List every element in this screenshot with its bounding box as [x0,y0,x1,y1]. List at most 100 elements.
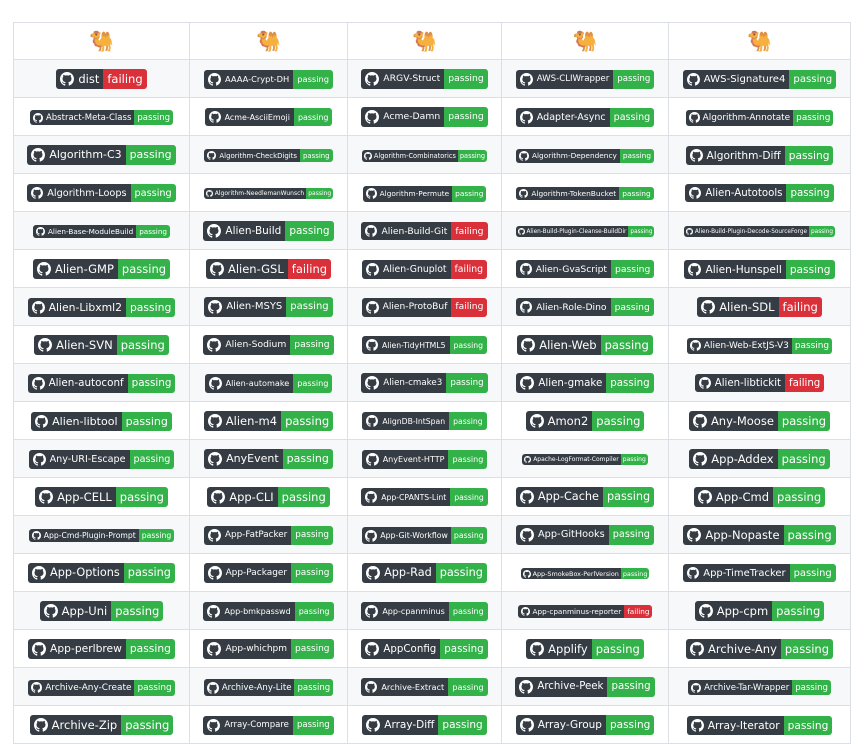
ci-status-badge[interactable]: Algorithm-Combinatorics passing [361,149,488,162]
ci-status-badge[interactable]: Alien-Role-Dino passing [516,298,654,317]
ci-status-badge[interactable]: Alien-GSL failing [205,258,332,279]
ci-status-badge[interactable]: AAAA-Crypt-DH passing [203,69,334,89]
ci-status-badge[interactable]: Archive-Extract passing [361,678,488,697]
ci-status-badge[interactable]: App-cpanminus passing [361,601,488,621]
ci-status-badge[interactable]: App-whichpm passing [203,638,334,659]
ci-status-badge[interactable]: Archive-Tar-Wrapper passing [688,680,831,695]
ci-status-badge[interactable]: App-Cache passing [515,486,655,507]
ci-status-badge[interactable]: App-Options passing [28,562,175,583]
ci-status-badge[interactable]: Alien-m4 passing [203,410,334,431]
ci-status-badge[interactable]: AWS-Signature4 passing [682,69,837,89]
ci-status-badge[interactable]: Algorithm-CheckDigits passing [204,149,333,162]
badge-label: Acme-Damn [361,106,445,127]
ci-status-badge[interactable]: Abstract-Meta-Class passing [29,110,174,125]
badge-label: dist [56,68,104,89]
ci-status-badge[interactable]: Alien-libtickit failing [694,374,825,393]
ci-status-badge[interactable]: App-Nopaste passing [683,524,836,545]
ci-status-badge[interactable]: AlignDB-IntSpan passing [362,412,487,431]
ci-status-badge[interactable]: Algorithm-Diff passing [685,145,834,165]
ci-status-badge[interactable]: Array-Group passing [515,714,655,735]
ci-status-badge[interactable]: Archive-Peek passing [515,676,655,697]
ci-status-badge[interactable]: AnyEvent-HTTP passing [361,449,488,469]
ci-status-badge[interactable]: App-Uni passing [39,600,164,621]
ci-status-badge[interactable]: Alien-libtool passing [31,411,172,431]
ci-status-badge[interactable]: Alien-Sodium passing [203,334,334,355]
table-cell: Algorithm-NeedlemanWunsch passing [189,173,348,212]
ci-status-badge[interactable]: Amon2 passing [525,410,645,431]
ci-status-badge[interactable]: Alien-GMP passing [32,258,171,279]
ci-status-badge[interactable]: Applify passing [526,638,644,659]
ci-status-badge[interactable]: Algorithm-Dependency passing [515,148,654,163]
ci-status-badge[interactable]: Adapter-Async passing [515,107,655,127]
ci-status-badge[interactable]: App-CELL passing [35,486,168,507]
ci-status-badge[interactable]: App-bmkpasswd passing [203,601,334,621]
ci-status-badge[interactable]: Apache-LogFormat-Compiler passing [522,454,648,465]
badge-label: Alien-Web [517,334,601,355]
ci-status-badge[interactable]: Alien-MSYS passing [204,296,333,317]
ci-status-badge[interactable]: App-Cmd-Plugin-Prompt passing [28,529,175,542]
ci-status-badge[interactable]: Algorithm-C3 passing [27,144,176,165]
ci-status-badge[interactable]: Alien-Gnuplot failing [361,259,487,279]
ci-status-badge[interactable]: Alien-GvaScript passing [515,260,655,279]
ci-status-badge[interactable]: Alien-Build-Plugin-Decode-SourceForge pas… [683,226,836,237]
ci-status-badge[interactable]: Alien-TidyHTML5 passing [361,336,487,355]
ci-status-badge[interactable]: dist failing [56,68,147,89]
ci-status-badge[interactable]: App-TimeTracker passing [683,564,836,583]
ci-status-badge[interactable]: App-GitHooks passing [516,524,654,545]
ci-status-badge[interactable]: Alien-Web-ExtJS-V3 passing [686,337,833,354]
ci-status-badge[interactable]: Algorithm-NeedlemanWunsch passing [203,188,334,199]
ci-status-badge[interactable]: Algorithm-Annotate passing [685,109,834,126]
ci-status-badge[interactable]: App-perlbrew passing [28,638,175,659]
ci-status-badge[interactable]: Algorithm-TokenBucket passing [516,187,654,200]
ci-status-badge[interactable]: Algorithm-Permute passing [362,185,487,202]
ci-status-badge[interactable]: Algorithm-Loops passing [27,184,176,203]
ci-status-badge[interactable]: App-cpanminus-reporter failing [517,605,653,618]
header-cell: 🐫 [13,22,190,60]
ci-status-badge[interactable]: App-FatPacker passing [204,525,333,545]
ci-status-badge[interactable]: Acme-AsciiEmoji passing [204,108,333,127]
ci-status-badge[interactable]: Alien-automake passing [204,373,333,393]
ci-status-badge[interactable]: Archive-Zip passing [29,714,174,735]
ci-status-badge[interactable]: App-Rad passing [362,562,487,583]
ci-status-badge[interactable]: Alien-autoconf passing [27,373,176,393]
ci-status-badge[interactable]: Any-Moose passing [688,410,831,431]
ci-status-badge[interactable]: App-Cmd passing [693,486,826,507]
status-value: passing [293,69,334,89]
ci-status-badge[interactable]: App-CLI passing [207,486,330,507]
ci-status-badge[interactable]: ARGV-Struct passing [361,68,488,89]
ci-status-badge[interactable]: App-CPANTS-Lint passing [361,488,488,507]
ci-status-badge[interactable]: Alien-Hunspell passing [684,259,835,279]
table-cell: App-Options passing [13,553,190,592]
ci-status-badge[interactable]: Array-Compare passing [203,715,334,735]
github-icon [32,641,47,656]
ci-status-badge[interactable]: App-Addex passing [689,448,830,469]
ci-status-badge[interactable]: Alien-Build-Git failing [361,222,488,241]
ci-status-badge[interactable]: AppConfig passing [361,638,488,659]
github-icon [365,109,380,124]
ci-status-badge[interactable]: App-SmokeBox-PerlVersion passing [520,568,650,579]
ci-status-badge[interactable]: Alien-gmake passing [516,372,654,393]
ci-status-badge[interactable]: App-Git-Workflow passing [362,527,487,544]
ci-status-badge[interactable]: Alien-Libxml2 passing [27,297,176,317]
ci-status-badge[interactable]: Array-Iterator passing [686,715,833,735]
ci-status-badge[interactable]: Alien-SDL failing [697,296,822,317]
ci-status-badge[interactable]: Alien-Build-Plugin-Cleanse-BuildDir passi… [515,226,655,237]
ci-status-badge[interactable]: App-Packager passing [203,562,334,583]
ci-status-badge[interactable]: Alien-Base-ModuleBuild passing [32,225,171,238]
ci-status-badge[interactable]: Alien-Web passing [517,334,653,355]
ci-status-badge[interactable]: App-cpm passing [694,600,825,621]
ci-status-badge[interactable]: Alien-ProtoBuf failing [361,297,488,317]
ci-status-badge[interactable]: Archive-Any passing [685,638,833,659]
ci-status-badge[interactable]: AWS-CLIWrapper passing [515,69,655,89]
repo-name: AWS-Signature4 [703,73,786,85]
ci-status-badge[interactable]: Any-URI-Escape passing [28,449,175,469]
ci-status-badge[interactable]: AnyEvent passing [204,448,333,469]
ci-status-badge[interactable]: Archive-Any-Create passing [28,679,175,696]
ci-status-badge[interactable]: Acme-Damn passing [361,106,488,127]
ci-status-badge[interactable]: Alien-Build passing [203,220,334,241]
ci-status-badge[interactable]: Alien-Autotools passing [685,184,834,203]
ci-status-badge[interactable]: Archive-Any-Lite passing [203,679,334,696]
ci-status-badge[interactable]: Array-Diff passing [362,714,487,735]
ci-status-badge[interactable]: Alien-cmake3 passing [361,372,488,393]
ci-status-badge[interactable]: Alien-SVN passing [34,334,169,355]
